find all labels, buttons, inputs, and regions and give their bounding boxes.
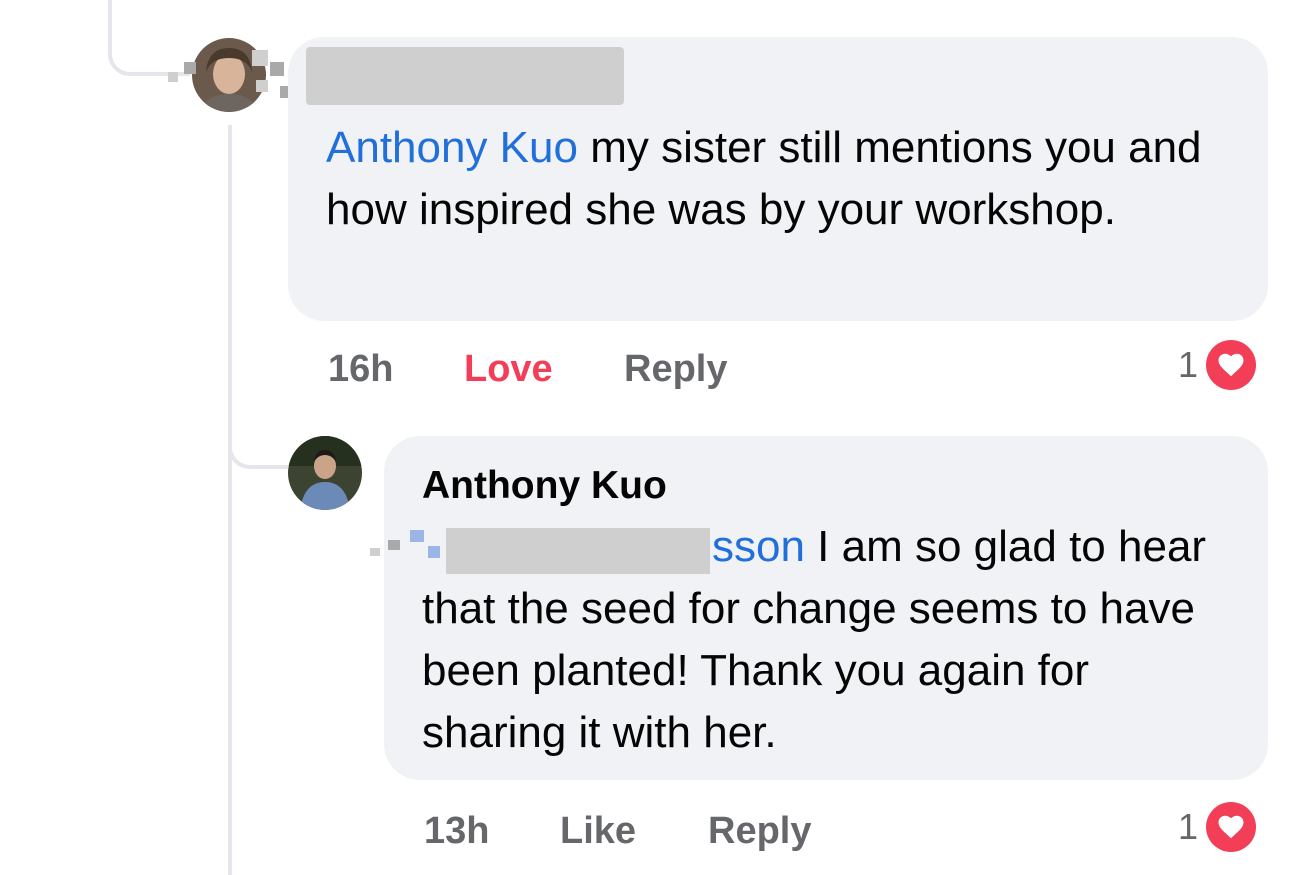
reaction-count: 1 <box>1178 806 1199 847</box>
thread-connector-top <box>108 30 190 76</box>
love-button[interactable]: Love <box>464 346 553 392</box>
person-photo-icon <box>288 436 362 510</box>
comment-timestamp[interactable]: 13h <box>424 808 489 854</box>
thread-connector-reply <box>228 415 288 469</box>
reaction-summary[interactable]: 1 <box>1178 340 1257 390</box>
comment-bubble-1: Anthony Kuo my sister still mentions you… <box>288 37 1268 321</box>
comment-bubble-2: Anthony Kuo sson I am so glad to hear th… <box>384 436 1268 780</box>
heart-icon <box>1206 802 1257 852</box>
like-button[interactable]: Like <box>560 808 636 854</box>
mention-link[interactable]: Anthony Kuo <box>326 123 578 172</box>
reaction-summary[interactable]: 1 <box>1178 802 1257 852</box>
comment-timestamp[interactable]: 16h <box>328 346 393 392</box>
mention-link[interactable]: sson <box>712 522 805 571</box>
redacted-mention-bar <box>446 528 710 574</box>
redacted-name-bar <box>306 47 624 105</box>
reply-button[interactable]: Reply <box>624 346 727 392</box>
reply-button[interactable]: Reply <box>708 808 811 854</box>
author-name[interactable]: Anthony Kuo <box>422 462 667 510</box>
avatar-anthony-kuo[interactable] <box>288 436 362 510</box>
comment-body-1: Anthony Kuo my sister still mentions you… <box>326 117 1236 241</box>
reaction-count: 1 <box>1178 344 1199 385</box>
heart-icon <box>1206 340 1257 390</box>
thread-line-reply <box>228 125 232 875</box>
